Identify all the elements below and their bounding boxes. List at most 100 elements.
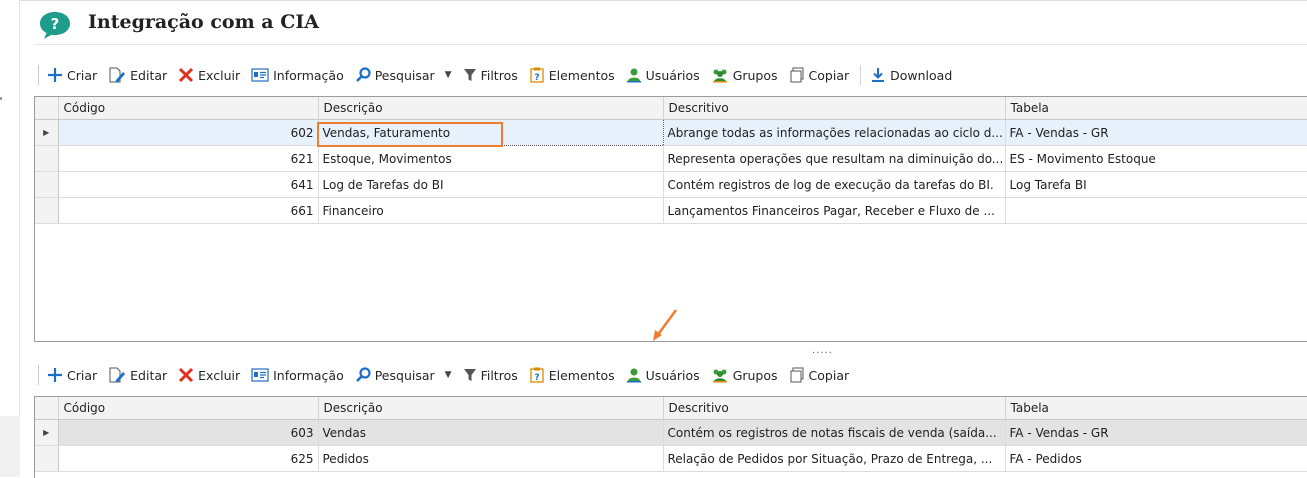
delete-x-icon bbox=[179, 67, 194, 83]
column-header-tabela[interactable]: Tabela bbox=[1005, 397, 1307, 420]
row-indicator bbox=[35, 171, 59, 198]
table-row[interactable]: 625 Pedidos Relação de Pedidos por Situa… bbox=[35, 445, 1307, 472]
cell-codigo[interactable]: 661 bbox=[58, 197, 319, 224]
cell-tabela[interactable]: FA - Pedidos bbox=[1005, 445, 1307, 472]
row-indicator-header bbox=[35, 397, 59, 420]
search-button[interactable]: Pesquisar ▼ bbox=[355, 367, 452, 383]
cell-descricao[interactable]: Log de Tarefas do BI bbox=[318, 171, 664, 198]
delete-label: Excluir bbox=[198, 367, 241, 383]
column-header-descritivo[interactable]: Descritivo bbox=[663, 97, 1006, 120]
info-card-icon bbox=[251, 368, 269, 382]
row-indicator bbox=[35, 197, 59, 224]
svg-text:?: ? bbox=[534, 73, 539, 83]
edit-button[interactable]: Editar bbox=[108, 67, 167, 83]
cell-codigo[interactable]: 621 bbox=[58, 145, 319, 172]
elements-button[interactable]: ? Elementos bbox=[529, 367, 615, 383]
column-header-tabela[interactable]: Tabela bbox=[1005, 97, 1307, 120]
page-header: ? Integração com a CIA bbox=[20, 0, 1307, 53]
filters-button[interactable]: Filtros bbox=[463, 67, 518, 83]
create-label: Criar bbox=[67, 367, 98, 383]
column-header-codigo[interactable]: Código bbox=[58, 397, 319, 420]
download-icon bbox=[872, 68, 885, 82]
cell-codigo[interactable]: 602 bbox=[58, 119, 319, 146]
info-label: Informação bbox=[273, 67, 344, 83]
edit-button[interactable]: Editar bbox=[108, 367, 167, 383]
cell-descricao[interactable]: Estoque, Movimentos bbox=[318, 145, 664, 172]
info-button[interactable]: Informação bbox=[251, 367, 344, 383]
elements-button[interactable]: ? Elementos bbox=[529, 67, 615, 83]
row-indicator bbox=[35, 445, 59, 472]
column-header-descricao[interactable]: Descrição bbox=[318, 397, 664, 420]
toolbar-separator bbox=[860, 65, 862, 85]
cell-descritivo[interactable]: Relação de Pedidos por Situação, Prazo d… bbox=[663, 445, 1006, 472]
splitter-grip[interactable]: ..... bbox=[812, 345, 833, 356]
table-row[interactable]: 661 Financeiro Lançamentos Financeiros P… bbox=[35, 197, 1307, 224]
copy-label: Copiar bbox=[808, 367, 850, 383]
info-label: Informação bbox=[273, 367, 344, 383]
cell-codigo[interactable]: 603 bbox=[58, 419, 319, 446]
current-row-arrow-icon: ▶ bbox=[43, 428, 50, 437]
search-button[interactable]: Pesquisar ▼ bbox=[355, 67, 452, 83]
row-indicator: ▶ bbox=[35, 419, 59, 446]
column-header-descricao[interactable]: Descrição bbox=[318, 97, 664, 120]
cell-tabela[interactable] bbox=[1005, 197, 1307, 224]
toolbar-grip[interactable] bbox=[38, 365, 39, 385]
cell-tabela[interactable]: FA - Vendas - GR bbox=[1005, 419, 1307, 446]
search-icon bbox=[355, 367, 371, 382]
download-label: Download bbox=[890, 67, 953, 83]
grid-bottom: Código Descrição Descritivo Tabela ▶ 603… bbox=[34, 396, 1307, 478]
left-panel-strip bbox=[0, 0, 20, 477]
create-button[interactable]: Criar bbox=[47, 367, 97, 383]
copy-button[interactable]: Copiar bbox=[789, 67, 849, 83]
cell-tabela[interactable]: FA - Vendas - GR bbox=[1005, 119, 1307, 146]
column-header-codigo[interactable]: Código bbox=[58, 97, 319, 120]
elements-label: Elementos bbox=[548, 367, 615, 383]
copy-button[interactable]: Copiar bbox=[789, 367, 850, 383]
row-indicator bbox=[35, 145, 59, 172]
delete-button[interactable]: Excluir bbox=[178, 367, 240, 383]
current-row-arrow-icon: ▶ bbox=[43, 128, 50, 137]
elements-label: Elementos bbox=[548, 67, 615, 83]
svg-text:?: ? bbox=[51, 15, 60, 33]
groups-label: Grupos bbox=[732, 67, 778, 83]
cell-descritivo[interactable]: Contém registros de log de execução da t… bbox=[663, 171, 1006, 198]
cell-descritivo[interactable]: Lançamentos Financeiros Pagar, Receber e… bbox=[663, 197, 1006, 224]
cell-tabela[interactable]: Log Tarefa BI bbox=[1005, 171, 1307, 198]
cell-descricao[interactable]: Financeiro bbox=[318, 197, 664, 224]
table-row[interactable]: ▶ 602 Vendas, Faturamento Abrange todas … bbox=[35, 119, 1307, 146]
create-button[interactable]: Criar bbox=[47, 67, 97, 83]
download-button[interactable]: Download bbox=[870, 67, 952, 83]
search-dropdown-arrow[interactable]: ▼ bbox=[445, 70, 452, 80]
users-label: Usuários bbox=[645, 67, 700, 83]
cell-codigo[interactable]: 625 bbox=[58, 445, 319, 472]
copy-icon bbox=[790, 367, 804, 383]
svg-text:?: ? bbox=[534, 373, 539, 383]
cell-descritivo[interactable]: Abrange todas as informações relacionada… bbox=[663, 119, 1006, 146]
toolbar-grip[interactable] bbox=[38, 65, 39, 85]
edit-label: Editar bbox=[130, 67, 168, 83]
groups-button[interactable]: Grupos bbox=[711, 67, 778, 83]
groups-button[interactable]: Grupos bbox=[711, 367, 778, 383]
delete-button[interactable]: Excluir bbox=[178, 67, 240, 83]
info-button[interactable]: Informação bbox=[251, 67, 344, 83]
table-row[interactable]: ▶ 603 Vendas Contém os registros de nota… bbox=[35, 419, 1307, 446]
users-button[interactable]: Usuários bbox=[626, 367, 700, 383]
help-bubble-icon: ? bbox=[40, 12, 70, 39]
toolbar-top: Criar Editar Excluir Informação Pesquisa… bbox=[38, 64, 963, 86]
cell-descricao[interactable]: Vendas bbox=[318, 419, 664, 446]
search-dropdown-arrow[interactable]: ▼ bbox=[445, 370, 452, 380]
users-label: Usuários bbox=[645, 367, 700, 383]
filters-button[interactable]: Filtros bbox=[463, 367, 518, 383]
toolbar-bottom: Criar Editar Excluir Informação Pesquisa… bbox=[38, 364, 860, 386]
filter-icon bbox=[463, 369, 476, 381]
cell-tabela[interactable]: ES - Movimento Estoque bbox=[1005, 145, 1307, 172]
cell-descricao[interactable]: Pedidos bbox=[318, 445, 664, 472]
cell-descritivo[interactable]: Representa operações que resultam na dim… bbox=[663, 145, 1006, 172]
column-header-descritivo[interactable]: Descritivo bbox=[663, 397, 1006, 420]
cell-codigo[interactable]: 641 bbox=[58, 171, 319, 198]
table-row[interactable]: 621 Estoque, Movimentos Representa opera… bbox=[35, 145, 1307, 172]
users-button[interactable]: Usuários bbox=[626, 67, 700, 83]
table-row[interactable]: 641 Log de Tarefas do BI Contém registro… bbox=[35, 171, 1307, 198]
edit-label: Editar bbox=[130, 367, 168, 383]
cell-descritivo[interactable]: Contém os registros de notas fiscais de … bbox=[663, 419, 1006, 446]
